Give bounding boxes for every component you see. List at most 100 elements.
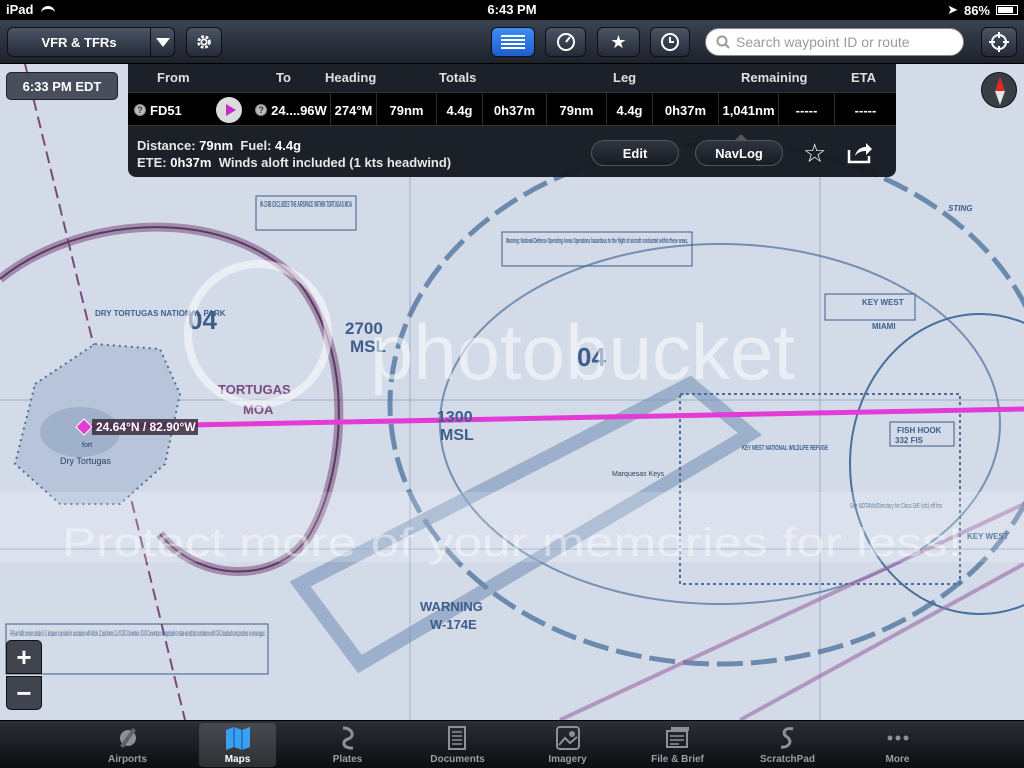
heading-cell: 274°M: [330, 93, 376, 127]
documents-icon: [447, 726, 466, 750]
ete-value: 0h37m: [170, 155, 212, 170]
position-label: 24.64°N / 82.90°W: [96, 420, 196, 434]
time-indicator: 6:33 PM EDT: [6, 72, 118, 100]
waypoint-info-icon[interactable]: ?: [134, 104, 146, 116]
tab-file-brief[interactable]: File & Brief: [639, 723, 716, 767]
tab-maps[interactable]: Maps: [199, 723, 276, 767]
fish-hook-freq: 332 FIS: [895, 436, 924, 445]
airport-icon: [119, 727, 136, 749]
zoom-out-button[interactable]: −: [6, 676, 42, 710]
star-icon: ★: [610, 31, 627, 52]
locate-button[interactable]: [981, 27, 1017, 57]
fort-label: fort: [82, 442, 92, 449]
tab-scratchpad[interactable]: ScratchPad: [749, 723, 826, 767]
instruments-button[interactable]: [545, 27, 586, 57]
sting-label: STING: [948, 204, 972, 213]
zoom-in-button[interactable]: +: [6, 640, 42, 674]
warning-box-text: Warning: National Defense Operating Area…: [506, 236, 688, 245]
top-toolbar: VFR & TFRs ★: [0, 20, 1024, 64]
tab-file-brief-label: File & Brief: [651, 754, 704, 765]
marquesas-label: Marquesas Keys: [612, 471, 665, 478]
remaining-distance-cell: 1,041nm: [718, 93, 778, 127]
kw-refuge-label: KEY WEST NATIONAL WILDLIFE REFUGE: [742, 445, 828, 452]
tab-imagery[interactable]: Imagery: [529, 723, 606, 767]
fish-hook-label: FISH HOOK: [897, 426, 942, 435]
fuel-value: 4.4g: [275, 138, 302, 153]
navlog-button[interactable]: NavLog: [695, 134, 783, 166]
tab-scratchpad-label: ScratchPad: [759, 754, 816, 765]
share-icon[interactable]: [847, 142, 873, 167]
tab-documents[interactable]: Documents: [419, 723, 496, 767]
imagery-icon: [555, 726, 580, 750]
gear-icon: [197, 35, 211, 49]
from-cell[interactable]: ? FD51: [128, 93, 214, 127]
header-totals: Totals: [439, 70, 477, 85]
search-box[interactable]: [705, 28, 964, 56]
favorites-button[interactable]: ★: [597, 27, 640, 57]
leg-time-cell: 0h37m: [652, 93, 718, 127]
ete-label: ETE:: [137, 155, 167, 170]
favorite-route-star-icon[interactable]: ☆: [803, 138, 826, 169]
leg-fuel-cell: 4.4g: [606, 93, 652, 127]
scratchpad-icon: [780, 727, 793, 749]
distance-label: Distance:: [137, 138, 196, 153]
faa-notice-text: FAA air traffic service outside U.S. air…: [10, 629, 265, 638]
north-up-compass[interactable]: [981, 72, 1017, 108]
header-from: From: [157, 70, 190, 85]
chevron-down-icon[interactable]: [150, 28, 174, 56]
map-layer-selector[interactable]: VFR & TFRs: [7, 27, 175, 57]
header-remaining: Remaining: [741, 70, 808, 85]
settings-button[interactable]: [186, 27, 222, 57]
tab-airports[interactable]: Airports: [89, 723, 166, 767]
total-fuel-cell: 4.4g: [436, 93, 482, 127]
tab-more[interactable]: More: [859, 723, 936, 767]
total-distance-cell: 79nm: [376, 93, 436, 127]
route-panel: From To Heading Totals Leg Remaining ETA…: [128, 64, 896, 177]
miami-label: MIAMI: [872, 322, 896, 331]
plates-icon: [341, 726, 354, 750]
list-icon: [501, 35, 525, 49]
leg-distance-cell: 79nm: [546, 93, 606, 127]
distance-value: 79nm: [199, 138, 234, 153]
to-cell[interactable]: ? 24....96W: [252, 93, 330, 127]
header-to: To: [276, 70, 291, 85]
status-time: 6:43 PM: [487, 2, 537, 17]
tab-documents-label: Documents: [430, 754, 485, 765]
watermark-slogan: Protect more of your memories for less!: [62, 521, 962, 565]
remaining-extra-cell: -----: [778, 93, 834, 127]
w174e-label: W-174E: [430, 617, 477, 632]
direct-to-arrow-icon[interactable]: [216, 97, 242, 123]
to-waypoint: 24....96W: [271, 102, 327, 118]
header-eta: ETA: [851, 70, 877, 85]
crosshair-icon: [989, 32, 1009, 52]
edit-button[interactable]: Edit: [591, 140, 679, 166]
route-summary-line-1: Distance: 79nm Fuel: 4.4g: [137, 138, 301, 153]
status-right: ➤ 86%: [947, 2, 1018, 18]
watermark-brand: photobucket: [370, 308, 795, 396]
tab-more-label: More: [885, 754, 910, 765]
tab-imagery-label: Imagery: [548, 754, 587, 765]
tab-maps-label: Maps: [224, 754, 251, 765]
search-input[interactable]: [736, 34, 956, 50]
more-icon: [887, 735, 908, 741]
gauge-icon: [556, 33, 575, 51]
msl-1300-value: 1300: [437, 409, 473, 426]
msl-1300-unit: MSL: [440, 427, 474, 444]
compass-icon: [995, 77, 1005, 105]
search-icon: [716, 35, 730, 49]
file-brief-icon: [665, 727, 689, 748]
map-icon: [225, 727, 250, 750]
clock-icon: [661, 33, 679, 51]
route-list-button[interactable]: [491, 27, 535, 57]
waypoint-info-icon[interactable]: ?: [255, 104, 268, 116]
map-layer-label: VFR & TFRs: [41, 34, 117, 50]
header-heading: Heading: [325, 70, 377, 85]
warning-label: WARNING: [420, 599, 483, 614]
w174b-label: W-174B EXCLUDES THE AIRSPACE WITHIN TORT…: [260, 200, 352, 209]
key-west-freq-label: KEY WEST: [862, 298, 904, 307]
recents-button[interactable]: [650, 27, 690, 57]
route-row[interactable]: ? FD51 ? 24....96W 274°M 79nm 4.4g 0h37m…: [128, 92, 896, 127]
location-arrow-icon: ➤: [947, 2, 958, 17]
tab-plates-label: Plates: [332, 754, 363, 765]
tab-plates[interactable]: Plates: [309, 723, 386, 767]
